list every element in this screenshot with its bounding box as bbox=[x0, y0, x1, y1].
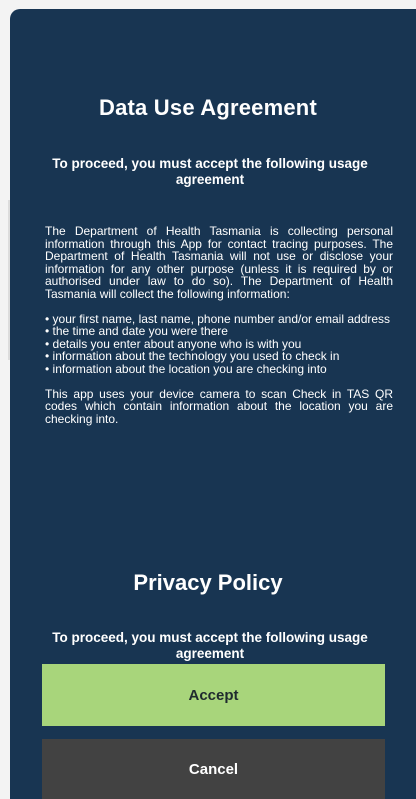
agreement-body: The Department of Health Tasmania is col… bbox=[45, 225, 393, 425]
cancel-button[interactable]: Cancel bbox=[42, 739, 385, 799]
agreement-subtitle: To proceed, you must accept the followin… bbox=[52, 156, 368, 187]
agreement-title: Data Use Agreement bbox=[99, 95, 317, 120]
agreement-item: • the time and date you were there bbox=[45, 324, 228, 339]
camera-note: This app uses your device camera to scan… bbox=[45, 386, 393, 426]
privacy-title: Privacy Policy bbox=[133, 570, 283, 595]
agreement-intro: The Department of Health Tasmania is col… bbox=[45, 224, 393, 301]
privacy-subtitle: To proceed, you must accept the followin… bbox=[52, 630, 368, 661]
screen: Data Use Agreement To proceed, you must … bbox=[0, 0, 416, 799]
agreement-item: • information about the location you are… bbox=[45, 361, 327, 376]
accept-button[interactable]: Accept bbox=[42, 664, 385, 726]
